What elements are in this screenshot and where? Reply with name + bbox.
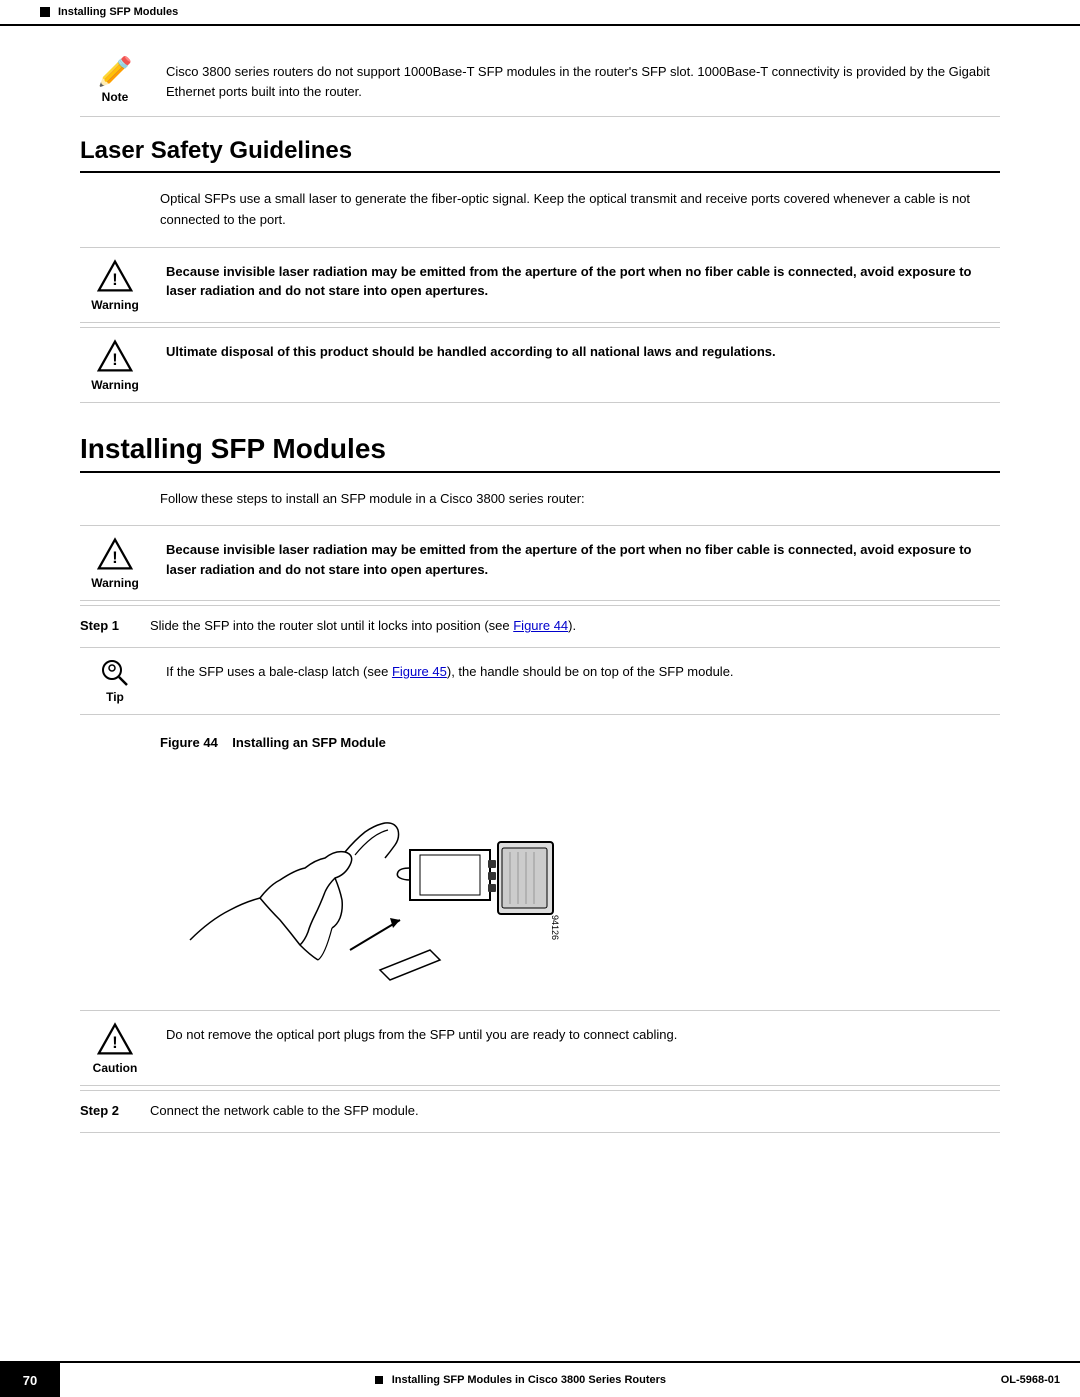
tip-text-before: If the SFP uses a bale-clasp latch (see (166, 664, 392, 679)
footer-square-icon (375, 1376, 383, 1384)
tip-block: Tip If the SFP uses a bale-clasp latch (… (80, 648, 1000, 715)
top-bar: Installing SFP Modules (0, 0, 1080, 26)
main-content: ✏️ Note Cisco 3800 series routers do not… (0, 26, 1080, 1361)
figure-caption-text: Installing an SFP Module (232, 735, 386, 750)
pencil-icon: ✏️ (98, 58, 133, 86)
tip-text-after: ), the handle should be on top of the SF… (447, 664, 734, 679)
warning-label-3: Warning (91, 576, 139, 590)
page-container: Installing SFP Modules ✏️ Note Cisco 380… (0, 0, 1080, 1397)
footer-center-label: Installing SFP Modules in Cisco 3800 Ser… (392, 1374, 666, 1386)
svg-text:!: ! (112, 351, 117, 369)
warning-label-1: Warning (91, 298, 139, 312)
warning-block-2: ! Warning Ultimate disposal of this prod… (80, 327, 1000, 403)
top-bar-square-icon (40, 7, 50, 17)
caution-block: ! Caution Do not remove the optical port… (80, 1010, 1000, 1086)
warning-icon-area-1: ! Warning (80, 258, 150, 312)
warning-icon-area-3: ! Warning (80, 536, 150, 590)
figure-caption: Figure 44 Installing an SFP Module (160, 735, 1000, 750)
tip-icon-area: Tip (80, 658, 150, 704)
figure-container: Figure 44 Installing an SFP Module (160, 735, 1000, 1000)
warning-text-2: Ultimate disposal of this product should… (166, 338, 1000, 362)
note-label: Note (102, 90, 129, 104)
figure-number: Figure 44 (160, 735, 218, 750)
svg-text:94126: 94126 (550, 915, 560, 940)
warning-block-3: ! Warning Because invisible laser radiat… (80, 525, 1000, 601)
laser-safety-heading: Laser Safety Guidelines (80, 137, 1000, 173)
step-2-label: Step 2 (80, 1101, 150, 1118)
footer-right-text: OL-5968-01 (981, 1374, 1080, 1386)
bottom-bar: 70 Installing SFP Modules in Cisco 3800 … (0, 1361, 1080, 1397)
caution-triangle-icon: ! (97, 1021, 133, 1057)
step-1-label: Step 1 (80, 616, 150, 633)
warning-text-3: Because invisible laser radiation may be… (166, 536, 1000, 579)
sfp-diagram: 94126 (180, 760, 560, 1000)
tip-text: If the SFP uses a bale-clasp latch (see … (166, 658, 1000, 682)
figure-image: 94126 (180, 760, 560, 1000)
footer-center-text: Installing SFP Modules in Cisco 3800 Ser… (60, 1374, 981, 1386)
note-icon-area: ✏️ Note (80, 58, 150, 104)
caution-icon-area: ! Caution (80, 1021, 150, 1075)
caution-text: Do not remove the optical port plugs fro… (166, 1021, 1000, 1045)
page-number: 70 (0, 1363, 60, 1397)
tip-label: Tip (106, 690, 124, 704)
step-1-text: Slide the SFP into the router slot until… (150, 616, 1000, 637)
figure-44-link[interactable]: Figure 44 (513, 618, 568, 633)
warning-block-1: ! Warning Because invisible laser radiat… (80, 247, 1000, 323)
tip-search-icon (100, 658, 130, 688)
svg-text:!: ! (112, 549, 117, 567)
svg-text:!: ! (112, 1034, 117, 1052)
installing-sfp-body: Follow these steps to install an SFP mod… (160, 489, 1000, 510)
top-bar-label: Installing SFP Modules (58, 6, 178, 18)
installing-sfp-heading: Installing SFP Modules (80, 433, 1000, 473)
step-1-block: Step 1 Slide the SFP into the router slo… (80, 605, 1000, 648)
warning-text-1: Because invisible laser radiation may be… (166, 258, 1000, 301)
laser-safety-body: Optical SFPs use a small laser to genera… (160, 189, 1000, 231)
step-2-block: Step 2 Connect the network cable to the … (80, 1090, 1000, 1133)
note-text: Cisco 3800 series routers do not support… (166, 58, 1000, 101)
figure-45-link[interactable]: Figure 45 (392, 664, 447, 679)
caution-label: Caution (93, 1061, 138, 1075)
svg-text:!: ! (112, 271, 117, 289)
note-block: ✏️ Note Cisco 3800 series routers do not… (80, 46, 1000, 117)
step-1-text-before: Slide the SFP into the router slot until… (150, 618, 513, 633)
warning-icon-area-2: ! Warning (80, 338, 150, 392)
warning-triangle-icon-1: ! (97, 258, 133, 294)
warning-label-2: Warning (91, 378, 139, 392)
step-1-text-after: ). (568, 618, 576, 633)
warning-triangle-icon-2: ! (97, 338, 133, 374)
step-2-text: Connect the network cable to the SFP mod… (150, 1101, 1000, 1122)
warning-triangle-icon-3: ! (97, 536, 133, 572)
